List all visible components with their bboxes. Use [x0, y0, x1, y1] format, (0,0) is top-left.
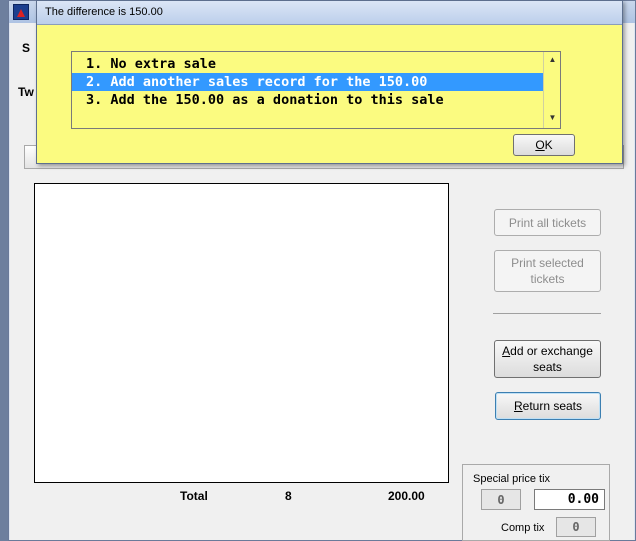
return-seats-label: Return seats [513, 399, 583, 413]
return-seats-button[interactable]: Return seats [495, 392, 601, 420]
total-amount: 200.00 [388, 489, 425, 503]
total-label: Total [180, 489, 208, 503]
total-count: 8 [285, 489, 292, 503]
comp-tix-count-field: 0 [556, 517, 596, 537]
special-price-amount-field[interactable]: 0.00 [534, 489, 605, 510]
special-price-count-field: 0 [481, 489, 521, 510]
print-all-tickets-button[interactable]: Print all tickets [494, 209, 601, 236]
list-item-add-donation[interactable]: 3. Add the 150.00 as a donation to this … [72, 91, 543, 109]
add-or-exchange-seats-label: Add or exchange seats [502, 344, 593, 374]
ok-button-label: OK [535, 138, 553, 152]
special-price-group: Special price tix 0 0.00 Comp tix 0 [462, 464, 610, 541]
print-selected-tickets-button[interactable]: Print selected tickets [494, 250, 601, 292]
comp-tix-label: Comp tix [501, 522, 545, 534]
scroll-up-arrow-icon[interactable]: ▲ [544, 54, 561, 66]
add-or-exchange-seats-button[interactable]: Add or exchange seats [494, 340, 601, 378]
partial-label-s: S [22, 41, 31, 55]
special-price-label: Special price tix [473, 473, 551, 485]
button-divider [493, 313, 601, 314]
list-item-no-extra-sale[interactable]: 1. No extra sale [72, 55, 543, 73]
app-logo-icon [13, 4, 29, 20]
scroll-down-arrow-icon[interactable]: ▼ [544, 112, 561, 124]
dialog-title: The difference is 150.00 [45, 6, 163, 18]
tickets-list-panel[interactable] [34, 183, 449, 483]
options-scrollbar[interactable]: ▲ ▼ [543, 52, 560, 128]
dialog-titlebar[interactable]: The difference is 150.00 [37, 1, 622, 25]
difference-dialog: The difference is 150.00 1. No extra sal… [36, 0, 623, 164]
ok-button[interactable]: OK [513, 134, 575, 156]
options-listbox[interactable]: 1. No extra sale 2. Add another sales re… [71, 51, 561, 129]
list-item-add-sales-record[interactable]: 2. Add another sales record for the 150.… [72, 73, 543, 91]
partial-label-tw: Tw [18, 85, 34, 99]
